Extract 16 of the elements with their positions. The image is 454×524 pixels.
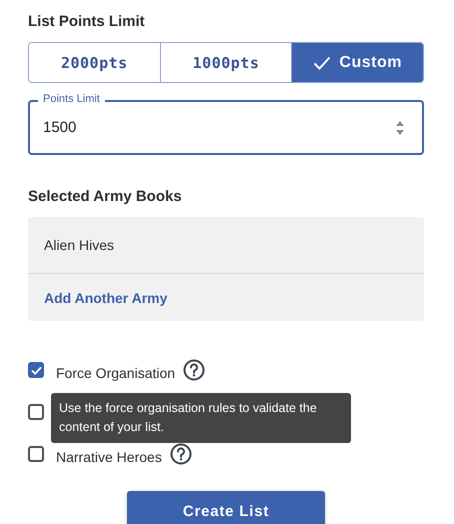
checkbox[interactable]: [28, 446, 44, 462]
create-list-button[interactable]: Create List: [127, 491, 325, 524]
checkbox-label: Force Organisation: [56, 365, 176, 381]
checkbox[interactable]: [28, 404, 44, 420]
check-icon: [313, 56, 332, 70]
add-army-link[interactable]: Add Another Army: [28, 274, 424, 321]
checkbox-label: Narrative Heroes: [56, 449, 162, 465]
checkbox[interactable]: [28, 362, 44, 378]
help-icon[interactable]: [183, 359, 206, 381]
points-option[interactable]: Custom: [291, 43, 423, 82]
check-icon: [30, 366, 42, 374]
section-heading: Selected Army Books: [28, 187, 183, 207]
army-book-item[interactable]: Alien Hives: [28, 217, 424, 274]
section-heading: List Points Limit: [28, 12, 146, 32]
tooltip: Use the force organisation rules to validate the content of your list.: [51, 393, 351, 443]
help-icon[interactable]: [170, 443, 192, 465]
